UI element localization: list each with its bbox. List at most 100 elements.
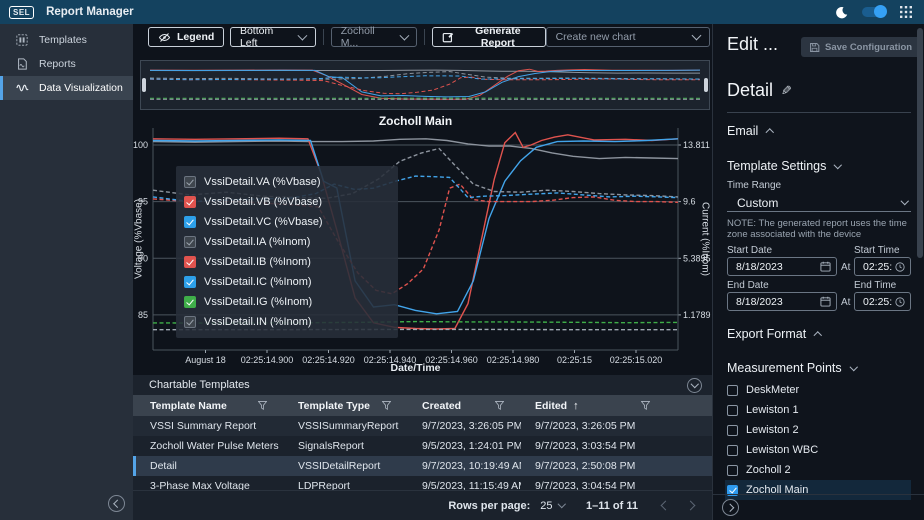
legend-item[interactable]: VssiDetail.IN (%Inom)	[184, 312, 390, 332]
rows-per-page-select[interactable]: 25	[540, 500, 564, 512]
time-range-select[interactable]: Custom	[727, 194, 911, 212]
filter-icon[interactable]	[641, 401, 712, 410]
legend-item[interactable]: VssiDetail.IC (%Inom)	[184, 272, 390, 292]
save-icon	[809, 42, 820, 53]
section-export-format[interactable]: Export Format	[727, 327, 821, 341]
table-header-row: Template NameTemplate TypeCreatedEdited↑	[133, 395, 712, 416]
legend-item[interactable]: VssiDetail.VC (%Vbase)	[184, 212, 390, 232]
checkbox[interactable]	[727, 465, 738, 476]
legend-checkbox[interactable]	[184, 256, 196, 268]
eye-off-icon	[158, 32, 171, 43]
checkbox[interactable]	[727, 405, 738, 416]
rows-per-page-label: Rows per page:	[448, 500, 530, 512]
start-at-label: At	[841, 262, 850, 273]
filter-icon[interactable]	[258, 401, 281, 410]
section-template-settings[interactable]: Template Settings	[727, 159, 841, 173]
panel-title: Edit ...	[727, 34, 778, 55]
chevron-down-icon	[557, 500, 565, 508]
legend-position-select[interactable]: Bottom Left	[230, 27, 316, 47]
edit-pencil-icon[interactable]: ✎	[781, 83, 792, 99]
template-name: Detail	[727, 80, 773, 101]
chart-overview-range-selector[interactable]	[140, 60, 710, 110]
checkbox[interactable]	[727, 445, 738, 456]
checkbox[interactable]	[727, 385, 738, 396]
start-date-label: Start Date	[727, 245, 772, 256]
table-section-header: Chartable Templates	[133, 375, 712, 395]
legend-checkbox[interactable]	[184, 276, 196, 288]
panel-expand-button[interactable]	[722, 499, 739, 516]
table-row[interactable]: VSSI Summary ReportVSSISummaryReport9/7/…	[133, 416, 712, 436]
chart-select[interactable]: Zocholl M...	[331, 27, 417, 47]
column-header-template-name[interactable]: Template Name	[133, 400, 281, 412]
column-header-created[interactable]: Created	[405, 400, 518, 412]
sidebar-item-templates[interactable]: Templates	[0, 28, 133, 52]
start-time-input[interactable]: 02:25:	[854, 257, 911, 276]
column-header-template-type[interactable]: Template Type	[281, 400, 405, 412]
sidebar-collapse-button[interactable]	[108, 495, 125, 512]
legend-toggle-button[interactable]: Legend	[148, 27, 224, 47]
range-handle-left[interactable]	[142, 78, 146, 92]
end-date-input[interactable]: 8/18/2023	[727, 292, 837, 311]
table-row[interactable]: DetailVSSIDetailReport9/7/2023, 10:19:49…	[133, 456, 712, 476]
legend-item[interactable]: VssiDetail.IB (%Inom)	[184, 252, 390, 272]
create-new-chart-select[interactable]: Create new chart	[546, 27, 710, 47]
legend-checkbox[interactable]	[184, 216, 196, 228]
filter-icon[interactable]	[495, 401, 518, 410]
measurement-point-lewiston-wbc[interactable]: Lewiston WBC	[725, 440, 911, 460]
legend-item[interactable]: VssiDetail.VA (%Vbase)	[184, 172, 390, 192]
panel-footer	[713, 494, 924, 520]
next-page-icon[interactable]	[686, 501, 696, 511]
top-bar: SEL Report Manager	[0, 0, 924, 24]
measurement-point-lewiston-2[interactable]: Lewiston 2	[725, 420, 911, 440]
filter-icon[interactable]	[382, 401, 405, 410]
dark-mode-toggle[interactable]	[862, 7, 886, 17]
save-configuration-button[interactable]: Save Configuration	[801, 37, 920, 57]
sidebar-item-data-visualization[interactable]: Data Visualization	[0, 76, 133, 100]
sort-ascending-icon: ↑	[573, 400, 579, 412]
table-row[interactable]: Zocholl Water Pulse MetersSignalsReport9…	[133, 436, 712, 456]
clock-icon[interactable]	[895, 297, 905, 307]
sidebar-item-reports[interactable]: Reports	[0, 52, 133, 76]
start-time-label: Start Time	[854, 245, 900, 256]
legend-item[interactable]: VssiDetail.IG (%Inom)	[184, 292, 390, 312]
calendar-icon[interactable]	[820, 296, 831, 307]
legend-checkbox[interactable]	[184, 196, 196, 208]
end-time-input[interactable]: 02:25:	[854, 292, 911, 311]
measurement-point-lewiston-1[interactable]: Lewiston 1	[725, 400, 911, 420]
legend-checkbox[interactable]	[184, 316, 196, 328]
main-chart: Zocholl Main 10013.811959.6905.3895851.1…	[133, 112, 712, 374]
timezone-note: NOTE: The generated report uses the time…	[727, 218, 913, 240]
report-manager-app: SEL Report Manager TemplatesReportsData …	[0, 0, 924, 520]
legend-item[interactable]: VssiDetail.IA (%Inom)	[184, 232, 390, 252]
measurement-point-zocholl-2[interactable]: Zocholl 2	[725, 460, 911, 480]
previous-page-icon[interactable]	[661, 501, 671, 511]
chart-toolbar: Legend Bottom Left Zocholl M... Generate…	[133, 26, 712, 48]
table-body: VSSI Summary ReportVSSISummaryReport9/7/…	[133, 416, 712, 490]
chart-legend: VssiDetail.VA (%Vbase) VssiDetail.VB (%Vb…	[176, 166, 398, 338]
legend-checkbox[interactable]	[184, 296, 196, 308]
clock-icon[interactable]	[895, 262, 905, 272]
app-grid-icon[interactable]	[900, 6, 912, 18]
legend-checkbox[interactable]	[184, 236, 196, 248]
start-date-input[interactable]: 8/18/2023	[727, 257, 837, 276]
table-row[interactable]: 3-Phase Max VoltageLDPReport9/5/2023, 11…	[133, 476, 712, 490]
legend-label: VssiDetail.VB (%Vbase)	[204, 196, 322, 208]
legend-checkbox[interactable]	[184, 176, 196, 188]
checkbox[interactable]	[727, 425, 738, 436]
section-email[interactable]: Email	[727, 124, 773, 138]
generate-report-button[interactable]: Generate Report	[432, 27, 545, 47]
measurement-point-deskmeter[interactable]: DeskMeter	[725, 380, 911, 400]
sidebar-nav: TemplatesReportsData Visualization	[0, 24, 133, 100]
chevron-down-icon	[900, 197, 908, 205]
column-header-edited[interactable]: Edited↑	[518, 400, 712, 412]
range-handle-right[interactable]	[704, 78, 708, 92]
panel-scrollbar[interactable]	[917, 28, 923, 258]
legend-item[interactable]: VssiDetail.VB (%Vbase)	[184, 192, 390, 212]
chevron-down-icon	[834, 161, 842, 169]
legend-label: VssiDetail.VA (%Vbase)	[204, 176, 321, 188]
section-measurement-points[interactable]: Measurement Points	[727, 361, 856, 375]
calendar-icon[interactable]	[820, 261, 831, 272]
section-collapse-icon[interactable]	[687, 378, 702, 393]
y-axis-right-label: Current (%Inom)	[699, 128, 711, 350]
legend-label: VssiDetail.IG (%Inom)	[204, 296, 312, 308]
